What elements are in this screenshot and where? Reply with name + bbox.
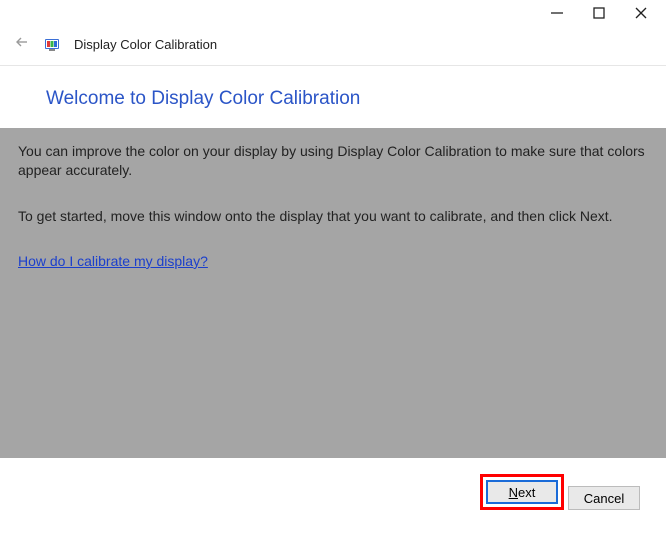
help-link[interactable]: How do I calibrate my display?	[18, 252, 208, 271]
header-row: Display Color Calibration	[0, 32, 666, 66]
cancel-button[interactable]: Cancel	[568, 486, 640, 510]
window-titlebar	[0, 0, 666, 32]
page-heading: Welcome to Display Color Calibration	[0, 66, 666, 128]
minimize-icon[interactable]	[550, 6, 564, 20]
app-name: Display Color Calibration	[74, 37, 217, 52]
intro-paragraph-2: To get started, move this window onto th…	[18, 207, 648, 226]
back-arrow-icon[interactable]	[14, 34, 30, 55]
next-button-highlight: Next	[480, 474, 564, 510]
intro-paragraph-1: You can improve the color on your displa…	[18, 142, 648, 181]
footer-buttons: Next Cancel	[0, 458, 666, 518]
next-button[interactable]: Next	[486, 480, 558, 504]
app-icon	[44, 37, 60, 53]
content-area: You can improve the color on your displa…	[0, 128, 666, 458]
close-icon[interactable]	[634, 6, 648, 20]
maximize-icon[interactable]	[592, 6, 606, 20]
